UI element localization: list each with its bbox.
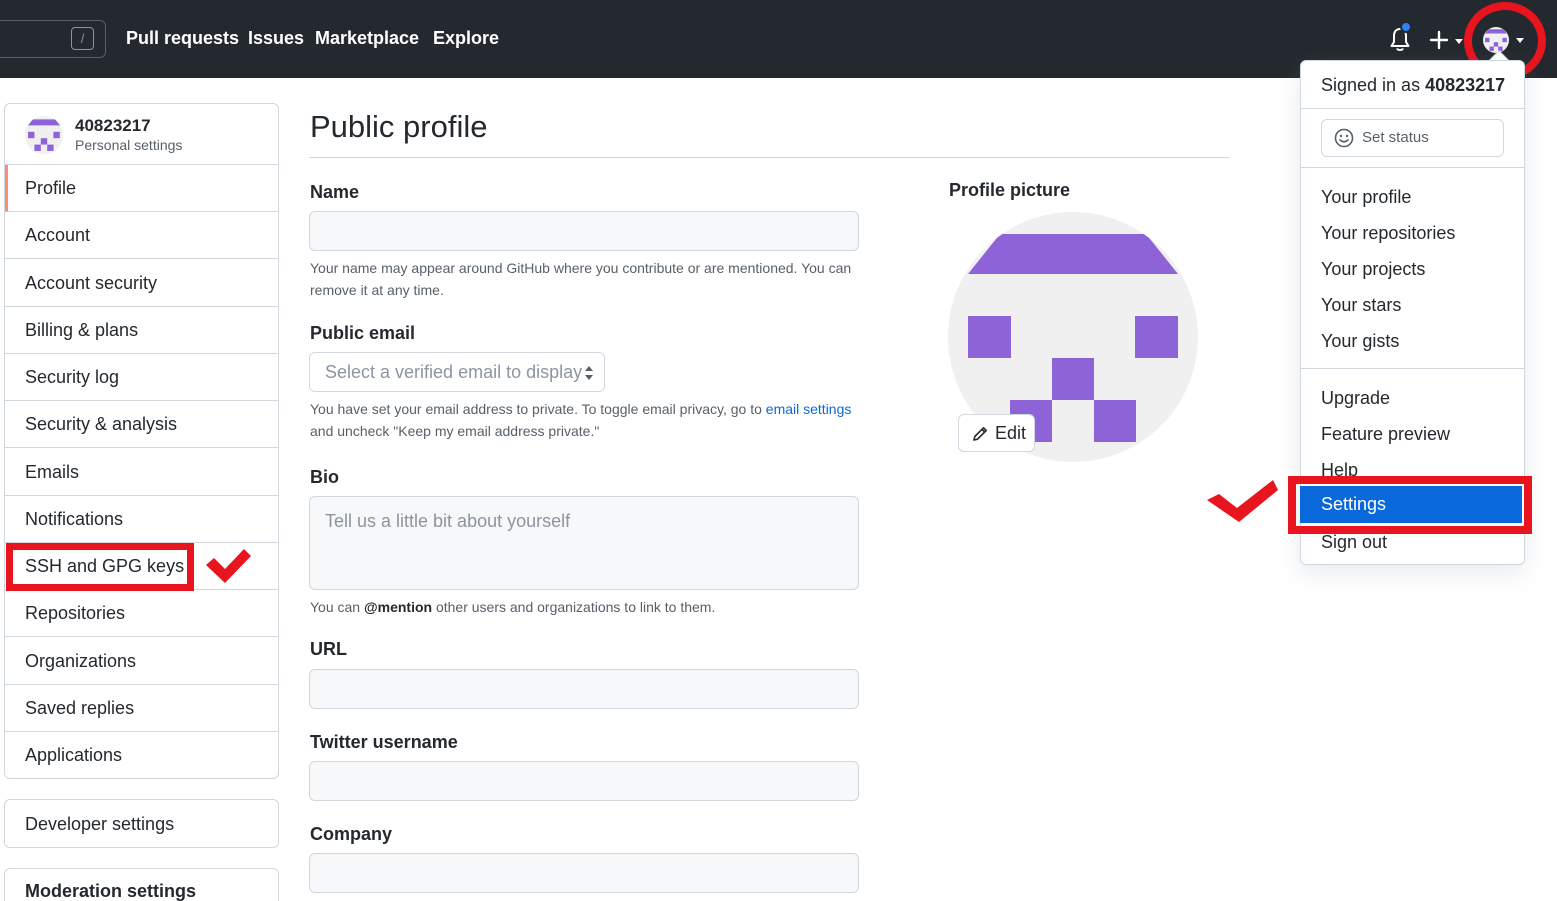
menu-item-settings[interactable]: Settings bbox=[1300, 486, 1522, 523]
dropdown-divider bbox=[1301, 167, 1524, 168]
name-help-text: Your name may appear around GitHub where… bbox=[310, 260, 852, 298]
title-divider bbox=[309, 157, 1229, 158]
menu-item-upgrade[interactable]: Upgrade bbox=[1321, 388, 1390, 409]
signed-in-prefix: Signed in as bbox=[1321, 75, 1421, 95]
url-label: URL bbox=[310, 639, 347, 659]
sidebar-item-organizations[interactable]: Organizations bbox=[5, 638, 278, 685]
bio-help-text: You can @mention other users and organiz… bbox=[310, 596, 900, 618]
menu-item-your-gists[interactable]: Your gists bbox=[1321, 331, 1399, 352]
menu-item-your-repositories[interactable]: Your repositories bbox=[1321, 223, 1455, 244]
pencil-icon bbox=[973, 427, 987, 441]
sidebar-item-emails[interactable]: Emails bbox=[5, 449, 278, 496]
bio-help-suffix: other users and organizations to link to… bbox=[435, 599, 716, 615]
user-menu-button[interactable] bbox=[1483, 27, 1529, 55]
url-field[interactable] bbox=[309, 669, 859, 709]
email-settings-link[interactable]: email settings bbox=[766, 401, 852, 417]
menu-item-help[interactable]: Help bbox=[1321, 460, 1358, 481]
sidebar-item-account[interactable]: Account bbox=[5, 212, 278, 259]
nav-explore[interactable]: Explore bbox=[433, 28, 499, 49]
nav-issues[interactable]: Issues bbox=[248, 28, 304, 49]
set-status-button[interactable]: Set status bbox=[1321, 119, 1504, 157]
signed-in-as: Signed in as 40823217 bbox=[1321, 75, 1505, 96]
notification-indicator bbox=[1400, 21, 1412, 33]
sidebar-item-repositories[interactable]: Repositories bbox=[5, 590, 278, 637]
name-field[interactable] bbox=[309, 211, 859, 251]
plus-icon bbox=[1429, 30, 1449, 50]
sidebar-item-ssh-gpg-keys[interactable]: SSH and GPG keys bbox=[5, 543, 278, 590]
menu-item-your-projects[interactable]: Your projects bbox=[1321, 259, 1425, 280]
company-field[interactable] bbox=[309, 853, 859, 893]
twitter-label: Twitter username bbox=[310, 732, 458, 752]
signed-in-username: 40823217 bbox=[1425, 75, 1506, 95]
sidebar-subtitle: Personal settings bbox=[75, 137, 183, 153]
checkmark-annotation-icon bbox=[1207, 480, 1278, 522]
bio-label: Bio bbox=[310, 467, 339, 487]
bio-textarea[interactable] bbox=[309, 496, 859, 590]
menu-item-your-profile[interactable]: Your profile bbox=[1321, 187, 1411, 208]
public-email-label: Public email bbox=[310, 323, 416, 343]
dropdown-divider bbox=[1301, 108, 1524, 109]
select-arrows-icon bbox=[585, 366, 593, 380]
sidebar-item-security-log[interactable]: Security log bbox=[5, 354, 278, 401]
menu-item-your-stars[interactable]: Your stars bbox=[1321, 295, 1401, 316]
edit-picture-label: Edit bbox=[995, 423, 1027, 443]
avatar bbox=[1483, 27, 1509, 53]
sidebar-item-account-security[interactable]: Account security bbox=[5, 260, 278, 307]
dropdown-divider bbox=[1301, 368, 1524, 369]
set-status-label: Set status bbox=[1362, 129, 1429, 146]
public-email-select-value: Select a verified email to display bbox=[325, 362, 583, 382]
sidebar-item-applications[interactable]: Applications bbox=[5, 732, 278, 779]
public-email-select[interactable]: Select a verified email to display bbox=[309, 352, 605, 392]
chevron-down-icon bbox=[1455, 39, 1463, 44]
create-new-button[interactable] bbox=[1428, 24, 1468, 56]
chevron-down-icon bbox=[1516, 38, 1524, 43]
search-shortcut-key: / bbox=[71, 27, 94, 50]
smiley-icon bbox=[1334, 128, 1354, 148]
page-title: Public profile bbox=[310, 109, 488, 144]
nav-pull-requests[interactable]: Pull requests bbox=[126, 28, 239, 49]
menu-item-feature-preview[interactable]: Feature preview bbox=[1321, 424, 1450, 445]
sidebar-header: 40823217 Personal settings bbox=[5, 104, 278, 165]
menu-item-sign-out[interactable]: Sign out bbox=[1321, 532, 1387, 553]
email-help-prefix: You have set your email address to priva… bbox=[310, 401, 762, 417]
email-help-suffix: and uncheck "Keep my email address priva… bbox=[310, 423, 600, 439]
sidebar-item-developer-settings[interactable]: Developer settings bbox=[4, 799, 279, 848]
edit-picture-button[interactable]: Edit bbox=[958, 414, 1035, 452]
company-label: Company bbox=[310, 824, 393, 844]
twitter-field[interactable] bbox=[309, 761, 859, 801]
name-label: Name bbox=[310, 182, 360, 202]
sidebar-moderation-heading: Moderation settings bbox=[4, 868, 279, 901]
bio-help-prefix: You can bbox=[310, 599, 361, 615]
sidebar-item-billing[interactable]: Billing & plans bbox=[5, 307, 278, 354]
email-help-text: You have set your email address to priva… bbox=[310, 398, 900, 442]
sidebar-username[interactable]: 40823217 bbox=[75, 116, 151, 136]
profile-picture-label: Profile picture bbox=[949, 180, 1071, 200]
bio-help-mention: @mention bbox=[363, 599, 433, 615]
nav-marketplace[interactable]: Marketplace bbox=[315, 28, 419, 49]
sidebar-item-notifications[interactable]: Notifications bbox=[5, 496, 278, 543]
avatar bbox=[25, 116, 63, 154]
sidebar-item-profile[interactable]: Profile bbox=[5, 165, 278, 212]
sidebar-item-security-analysis[interactable]: Security & analysis bbox=[5, 401, 278, 448]
settings-sidebar: 40823217 Personal settings Profile Accou… bbox=[4, 103, 279, 779]
sidebar-item-saved-replies[interactable]: Saved replies bbox=[5, 685, 278, 732]
